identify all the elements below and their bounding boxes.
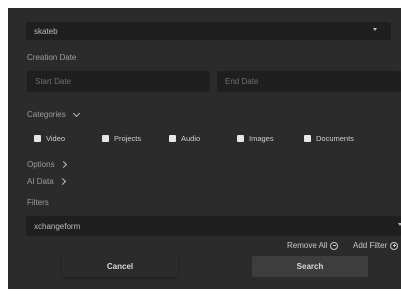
checkbox-icon bbox=[237, 135, 244, 142]
category-label: Audio bbox=[181, 134, 201, 143]
end-date-input[interactable]: End Date bbox=[217, 71, 401, 92]
filter-select-value: xchangeform bbox=[34, 221, 81, 231]
chevron-right-icon bbox=[59, 160, 67, 169]
category-checkbox-video[interactable]: Video bbox=[34, 134, 65, 143]
end-date-placeholder: End Date bbox=[225, 77, 259, 86]
checkbox-icon bbox=[169, 135, 176, 142]
options-label: Options bbox=[27, 160, 55, 169]
category-checkbox-images[interactable]: Images bbox=[237, 134, 274, 143]
category-label: Images bbox=[249, 134, 274, 143]
dropdown-caret-icon bbox=[373, 28, 377, 31]
add-filter-label: Add Filter bbox=[353, 241, 388, 250]
checkbox-icon bbox=[102, 135, 109, 142]
user-select[interactable]: skateb bbox=[26, 22, 391, 40]
options-toggle[interactable]: Options bbox=[27, 160, 67, 169]
category-label: Documents bbox=[316, 134, 354, 143]
start-date-input[interactable]: Start Date bbox=[27, 71, 210, 92]
ai-data-toggle[interactable]: AI Data bbox=[27, 177, 66, 186]
search-button[interactable]: Search bbox=[252, 256, 368, 277]
category-label: Video bbox=[46, 134, 66, 143]
filters-label: Filters bbox=[27, 198, 49, 207]
category-checkbox-projects[interactable]: Projects bbox=[102, 134, 141, 143]
checkbox-icon bbox=[34, 135, 41, 142]
plus-circle-icon bbox=[390, 241, 399, 250]
checkbox-icon bbox=[304, 135, 311, 142]
start-date-placeholder: Start Date bbox=[35, 77, 72, 86]
remove-all-label: Remove All bbox=[287, 241, 328, 250]
categories-toggle[interactable]: Categories bbox=[27, 109, 80, 119]
category-label: Projects bbox=[114, 134, 142, 143]
ai-data-label: AI Data bbox=[27, 177, 54, 186]
user-select-value: skateb bbox=[34, 26, 58, 36]
category-checkbox-documents[interactable]: Documents bbox=[304, 134, 354, 143]
add-filter-button[interactable]: Add Filter bbox=[353, 241, 399, 250]
chevron-right-icon bbox=[58, 177, 66, 186]
remove-all-button[interactable]: Remove All bbox=[287, 241, 339, 250]
filter-select[interactable]: xchangeform bbox=[26, 216, 401, 236]
search-panel: skateb Creation Date Start Date End Date… bbox=[8, 8, 401, 289]
cancel-button[interactable]: Cancel bbox=[62, 256, 178, 277]
creation-date-label: Creation Date bbox=[27, 53, 77, 62]
categories-label: Categories bbox=[27, 110, 66, 119]
category-checkbox-audio[interactable]: Audio bbox=[169, 134, 200, 143]
chevron-down-icon bbox=[72, 109, 80, 117]
minus-circle-icon bbox=[330, 241, 339, 250]
